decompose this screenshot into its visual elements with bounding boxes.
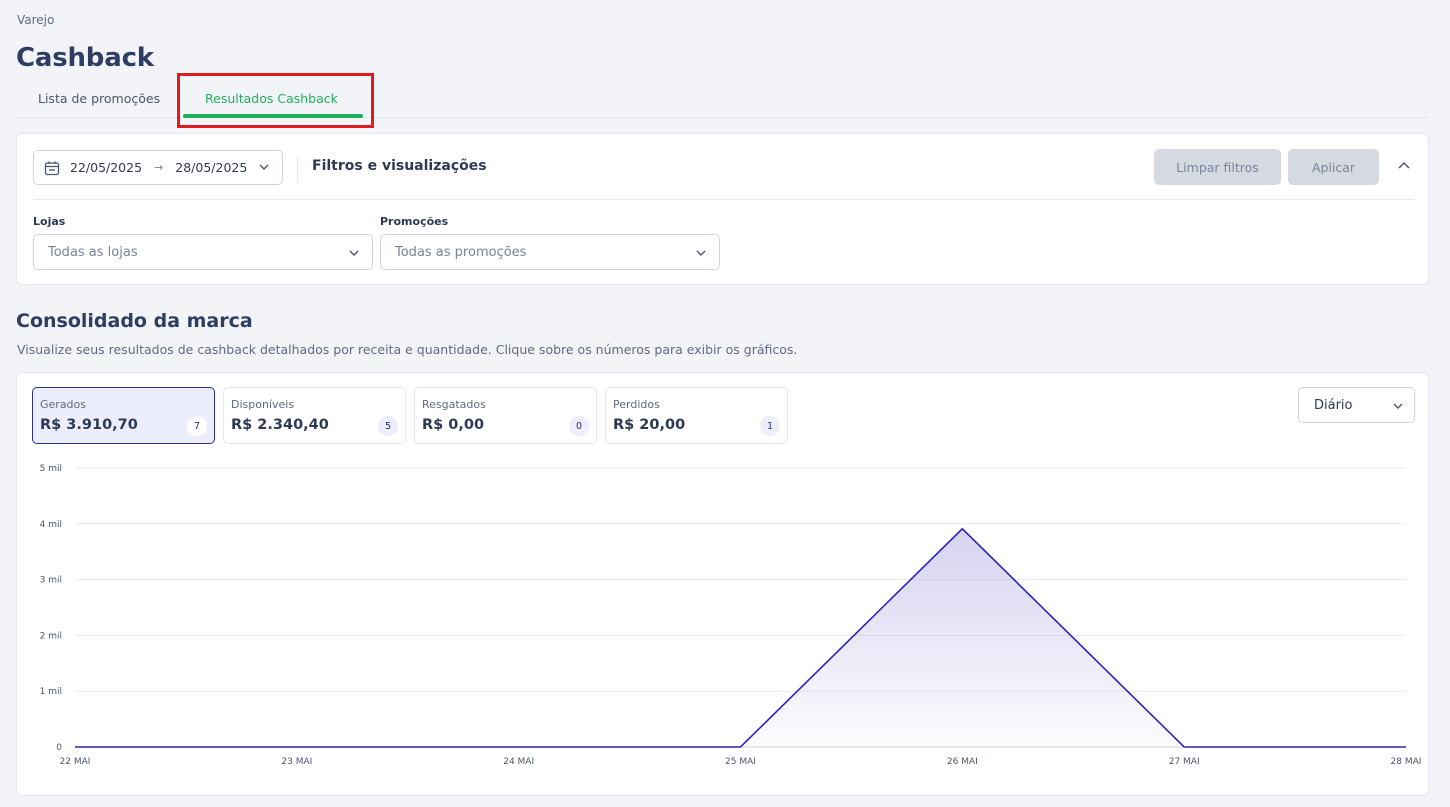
stores-select-value: Todas as lojas <box>48 244 138 260</box>
x-tick-label: 28 MAI <box>1391 757 1422 767</box>
section-title: Consolidado da marca <box>16 310 253 332</box>
chart-card: Gerados R$ 3.910,70 7 Disponíveis R$ 2.3… <box>16 372 1429 796</box>
breadcrumb[interactable]: Varejo <box>17 13 54 27</box>
date-range-picker[interactable]: 22/05/2025 → 28/05/2025 <box>33 150 283 185</box>
x-tick-label: 27 MAI <box>1169 757 1200 767</box>
series-line <box>75 527 1406 748</box>
chevron-down-icon <box>259 164 269 170</box>
filter-panel: 22/05/2025 → 28/05/2025 Filtros e visual… <box>16 133 1429 285</box>
tab-promotions-list[interactable]: Lista de promoções <box>38 91 160 106</box>
date-start: 22/05/2025 <box>70 160 143 175</box>
promotions-select[interactable]: Todas as promoções <box>380 234 720 270</box>
series-area <box>75 528 1406 747</box>
section-description: Visualize seus resultados de cashback de… <box>17 342 798 357</box>
y-tick-label: 4 mil <box>40 520 62 530</box>
area-chart: 0 1 mil 2 mil 3 mil 4 mil 5 mil 22 MAI 23 MAI 24… <box>40 464 1422 767</box>
highlight-annotation <box>177 73 374 128</box>
y-tick-label: 2 mil <box>40 631 62 641</box>
filters-title: Filtros e visualizações <box>312 158 487 174</box>
divider <box>297 156 298 182</box>
chevron-down-icon <box>349 250 359 256</box>
x-tick-label: 26 MAI <box>947 757 978 767</box>
stores-select[interactable]: Todas as lojas <box>33 234 373 270</box>
arrow-right-icon: → <box>154 161 164 174</box>
page-title: Cashback <box>16 43 154 73</box>
stores-label: Lojas <box>33 215 66 228</box>
x-tick-label: 22 MAI <box>60 757 91 767</box>
chevron-down-icon <box>696 250 706 256</box>
apply-button[interactable]: Aplicar <box>1288 149 1379 185</box>
x-tick-label: 23 MAI <box>281 757 312 767</box>
date-end: 28/05/2025 <box>175 160 248 175</box>
divider <box>33 199 1414 200</box>
x-tick-label: 24 MAI <box>503 757 534 767</box>
promotions-label: Promoções <box>380 215 449 228</box>
calendar-icon <box>44 161 60 175</box>
y-tick-label: 1 mil <box>40 687 62 697</box>
promotions-select-value: Todas as promoções <box>395 244 527 260</box>
y-tick-label: 5 mil <box>40 464 62 474</box>
chevron-up-icon[interactable] <box>1397 160 1411 172</box>
x-tick-label: 25 MAI <box>725 757 756 767</box>
clear-filters-button[interactable]: Limpar filtros <box>1154 149 1281 185</box>
y-tick-label: 0 <box>56 743 62 753</box>
y-tick-label: 3 mil <box>40 576 62 586</box>
